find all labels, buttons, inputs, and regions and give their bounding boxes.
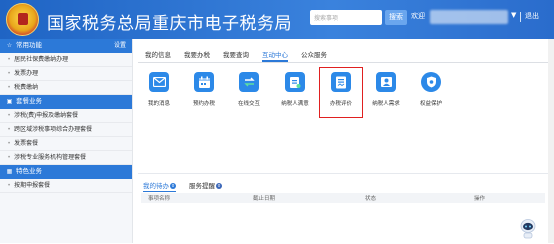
robot-assistant-icon[interactable]	[520, 218, 536, 240]
sidebar-item[interactable]: • 居民社保费缴纳办理	[0, 53, 132, 67]
todo-table-header: 事项名称 截止日期 状态 操作	[141, 193, 545, 203]
column-header: 截止日期	[253, 196, 276, 202]
sidebar-item[interactable]: • 涉税专业服务机构管理套餐	[0, 151, 132, 165]
sidebar-section-title: 特色业务	[16, 168, 42, 175]
sidebar-settings-link[interactable]: 设置	[114, 39, 126, 53]
sidebar-section-title: 套餐业务	[16, 98, 42, 105]
sidebar-item[interactable]: • 发票套餐	[0, 137, 132, 151]
tab-query[interactable]: 我要查询	[223, 49, 249, 62]
mail-icon	[149, 72, 169, 92]
site-title: 国家税务总局重庆市电子税务局	[47, 14, 292, 34]
sidebar-item[interactable]: • 涉税(费)申报及缴纳套餐	[0, 109, 132, 123]
online-interaction-tile[interactable]: 在线交互	[223, 72, 275, 107]
tab-my-todo[interactable]: 我的待办 0	[143, 180, 176, 192]
tile-label: 在线交互	[237, 101, 260, 107]
reminder-count-badge: 0	[216, 183, 222, 189]
tab-do-tax[interactable]: 我要办税	[184, 49, 210, 62]
chevron-down-icon[interactable]: ▼	[511, 11, 516, 19]
welcome-text: 欢迎	[411, 13, 425, 20]
survey-icon	[285, 72, 305, 92]
todo-panel: 我的待办 0 服务提醒 0 事项名称 截止日期 状态 操作	[138, 173, 548, 243]
todo-count-badge: 0	[170, 183, 176, 189]
sidebar-item[interactable]: • 跨区域涉税事项综合办理套餐	[0, 123, 132, 137]
shield-icon	[421, 72, 441, 92]
tax-bureau-emblem-logo	[6, 3, 39, 36]
column-header: 事项名称	[148, 196, 171, 202]
tab-public-service[interactable]: 公众服务	[301, 49, 327, 62]
star-icon: ☆	[6, 43, 13, 49]
rights-protection-tile[interactable]: 权益保护	[405, 72, 457, 107]
sidebar-section-special[interactable]: ▦ 特色业务	[0, 165, 132, 179]
swap-icon	[239, 72, 259, 92]
page-scrollbar[interactable]	[548, 39, 554, 243]
taxpayer-survey-tile[interactable]: 纳税人满意	[269, 72, 321, 107]
sidebar-item[interactable]: • 税费缴纳	[0, 81, 132, 95]
tab-interaction-center[interactable]: 互动中心	[262, 49, 288, 62]
search-input[interactable]: 搜索事项	[310, 10, 382, 25]
person-icon	[376, 72, 396, 92]
top-header-bar: 国家税务总局重庆市电子税务局 搜索事项 搜索 欢迎 ▼ 退出	[0, 0, 554, 39]
package-icon: ▣	[6, 99, 13, 105]
tile-label: 纳税人满意	[281, 101, 309, 107]
column-header: 操作	[474, 196, 486, 202]
sidebar-item[interactable]: • 按期申报套餐	[0, 179, 132, 193]
header-divider	[520, 12, 521, 22]
logout-link[interactable]: 退出	[525, 11, 539, 21]
main-tab-bar: 我的信息 我要办税 我要查询 互动中心 公众服务	[138, 49, 548, 63]
tab-service-reminder[interactable]: 服务提醒 0	[189, 180, 222, 190]
tax-evaluation-highlight-box	[319, 67, 363, 118]
grid-icon: ▦	[6, 169, 13, 175]
tile-label: 权益保护	[419, 101, 442, 107]
sidebar-section-title: 常用功能	[16, 42, 42, 49]
sidebar: ☆ 常用功能 设置 • 居民社保费缴纳办理 • 发票办理 • 税费缴纳 ▣ 套餐业务 • 涉…	[0, 39, 133, 243]
sidebar-item[interactable]: • 发票办理	[0, 67, 132, 81]
tab-my-info[interactable]: 我的信息	[145, 49, 171, 62]
column-header: 状态	[365, 196, 377, 202]
search-button[interactable]: 搜索	[385, 10, 407, 25]
calendar-icon	[194, 72, 214, 92]
sidebar-section-common[interactable]: ☆ 常用功能 设置	[0, 39, 132, 53]
sidebar-section-package[interactable]: ▣ 套餐业务	[0, 95, 132, 109]
user-name-redacted[interactable]	[430, 10, 508, 24]
